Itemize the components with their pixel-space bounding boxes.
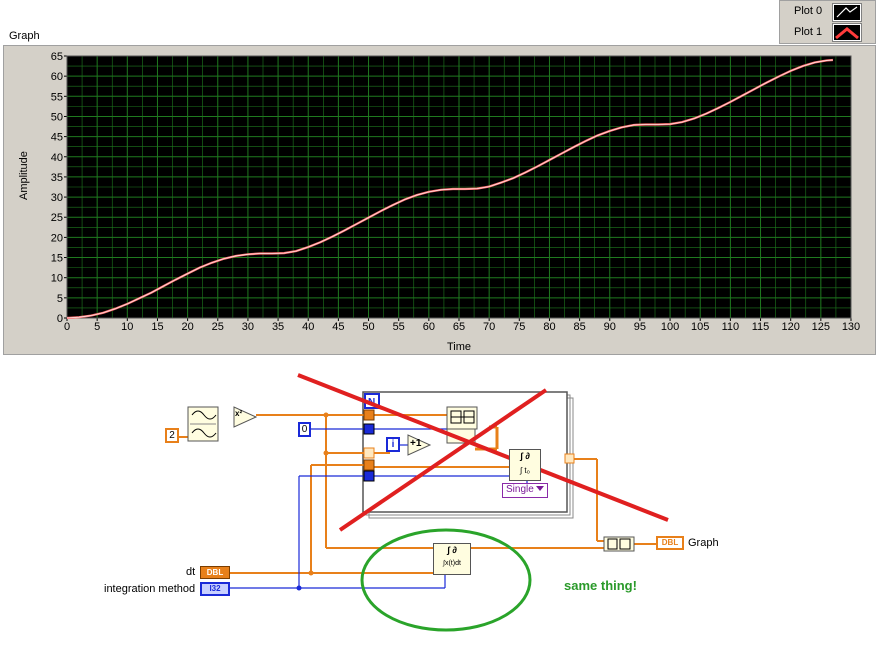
- x-tick-label: 95: [634, 321, 646, 333]
- dt-control[interactable]: DBL: [200, 566, 230, 579]
- x-tick-label: 30: [242, 321, 254, 333]
- x-tick-label: 35: [272, 321, 284, 333]
- x-tick-label: 85: [573, 321, 585, 333]
- x-tick-label: 0: [64, 321, 70, 333]
- x-tick-label: 65: [453, 321, 465, 333]
- y-tick-label: 20: [51, 232, 63, 244]
- integration-method-control[interactable]: I32: [200, 582, 230, 596]
- integral-block[interactable]: ∫ ∂ ∫x(t)dt: [433, 543, 471, 575]
- x-tick-label: 125: [812, 321, 830, 333]
- chevron-down-icon: [536, 486, 544, 491]
- y-tick-label: 25: [51, 212, 63, 224]
- amplitude-chart[interactable]: 0 5 10 15 20 25 30 35 40 45 50 55 60 65 70 75 80 85 90 95 10…: [0, 0, 880, 360]
- block-diagram: N: [178, 373, 669, 632]
- x-tick-label: 10: [121, 321, 133, 333]
- y-tick-label: 40: [51, 152, 63, 164]
- y-tick-label: 55: [51, 91, 63, 103]
- y-tick-label: 60: [51, 71, 63, 83]
- y-tick-label: 65: [51, 51, 63, 63]
- increment-label: +1: [410, 438, 422, 449]
- y-tick-label: 5: [57, 293, 63, 305]
- integral-plain-bottom-text: ∫x(t)dt: [443, 560, 461, 567]
- integration-method-label: integration method: [104, 583, 196, 595]
- x-tick-label: 130: [842, 321, 860, 333]
- x-tick-label: 45: [332, 321, 344, 333]
- y-tick-label: 10: [51, 273, 63, 285]
- x-tick-label: 5: [94, 321, 100, 333]
- y-tick-label: 15: [51, 253, 63, 265]
- square-label: x²: [235, 409, 243, 418]
- x-tick-label: 60: [423, 321, 435, 333]
- x-tick-label: 50: [362, 321, 374, 333]
- constant-2[interactable]: 2: [165, 428, 179, 443]
- x-tick-label: 110: [722, 321, 740, 333]
- dt-label: dt: [186, 566, 196, 578]
- x-tick-label: 90: [604, 321, 616, 333]
- x-tick-label: 15: [151, 321, 163, 333]
- x-tick-label: 120: [782, 321, 800, 333]
- constant-0[interactable]: 0: [298, 422, 311, 437]
- integral-bottom-text: ∫ t₀: [520, 466, 530, 475]
- integral-plain-top-text: ∫ ∂: [447, 545, 457, 555]
- x-tick-label: 115: [752, 321, 770, 333]
- y-tick-label: 30: [51, 192, 63, 204]
- graph-indicator[interactable]: DBL: [656, 536, 684, 550]
- x-tick-label: 75: [513, 321, 525, 333]
- single-dropdown[interactable]: Single: [502, 483, 548, 498]
- x-tick-label: 20: [181, 321, 193, 333]
- integral-block-in-loop[interactable]: ∫ ∂ ∫ t₀: [509, 449, 541, 481]
- y-tick-label: 50: [51, 111, 63, 123]
- y-tick-label: 35: [51, 172, 63, 184]
- y-tick-label: 0: [57, 313, 63, 325]
- x-tick-label: 55: [393, 321, 405, 333]
- integral-top-text: ∫ ∂: [520, 451, 530, 461]
- x-tick-label: 25: [212, 321, 224, 333]
- loop-index-terminal: i: [386, 437, 400, 452]
- x-tick-label: 80: [543, 321, 555, 333]
- y-tick-label: 45: [51, 132, 63, 144]
- annotation-note: same thing!: [564, 578, 637, 593]
- x-tick-label: 40: [302, 321, 314, 333]
- x-tick-label: 105: [691, 321, 709, 333]
- single-dropdown-value: Single: [506, 484, 534, 495]
- x-tick-label: 70: [483, 321, 495, 333]
- x-tick-label: 100: [661, 321, 679, 333]
- graph-indicator-label: Graph: [688, 537, 719, 549]
